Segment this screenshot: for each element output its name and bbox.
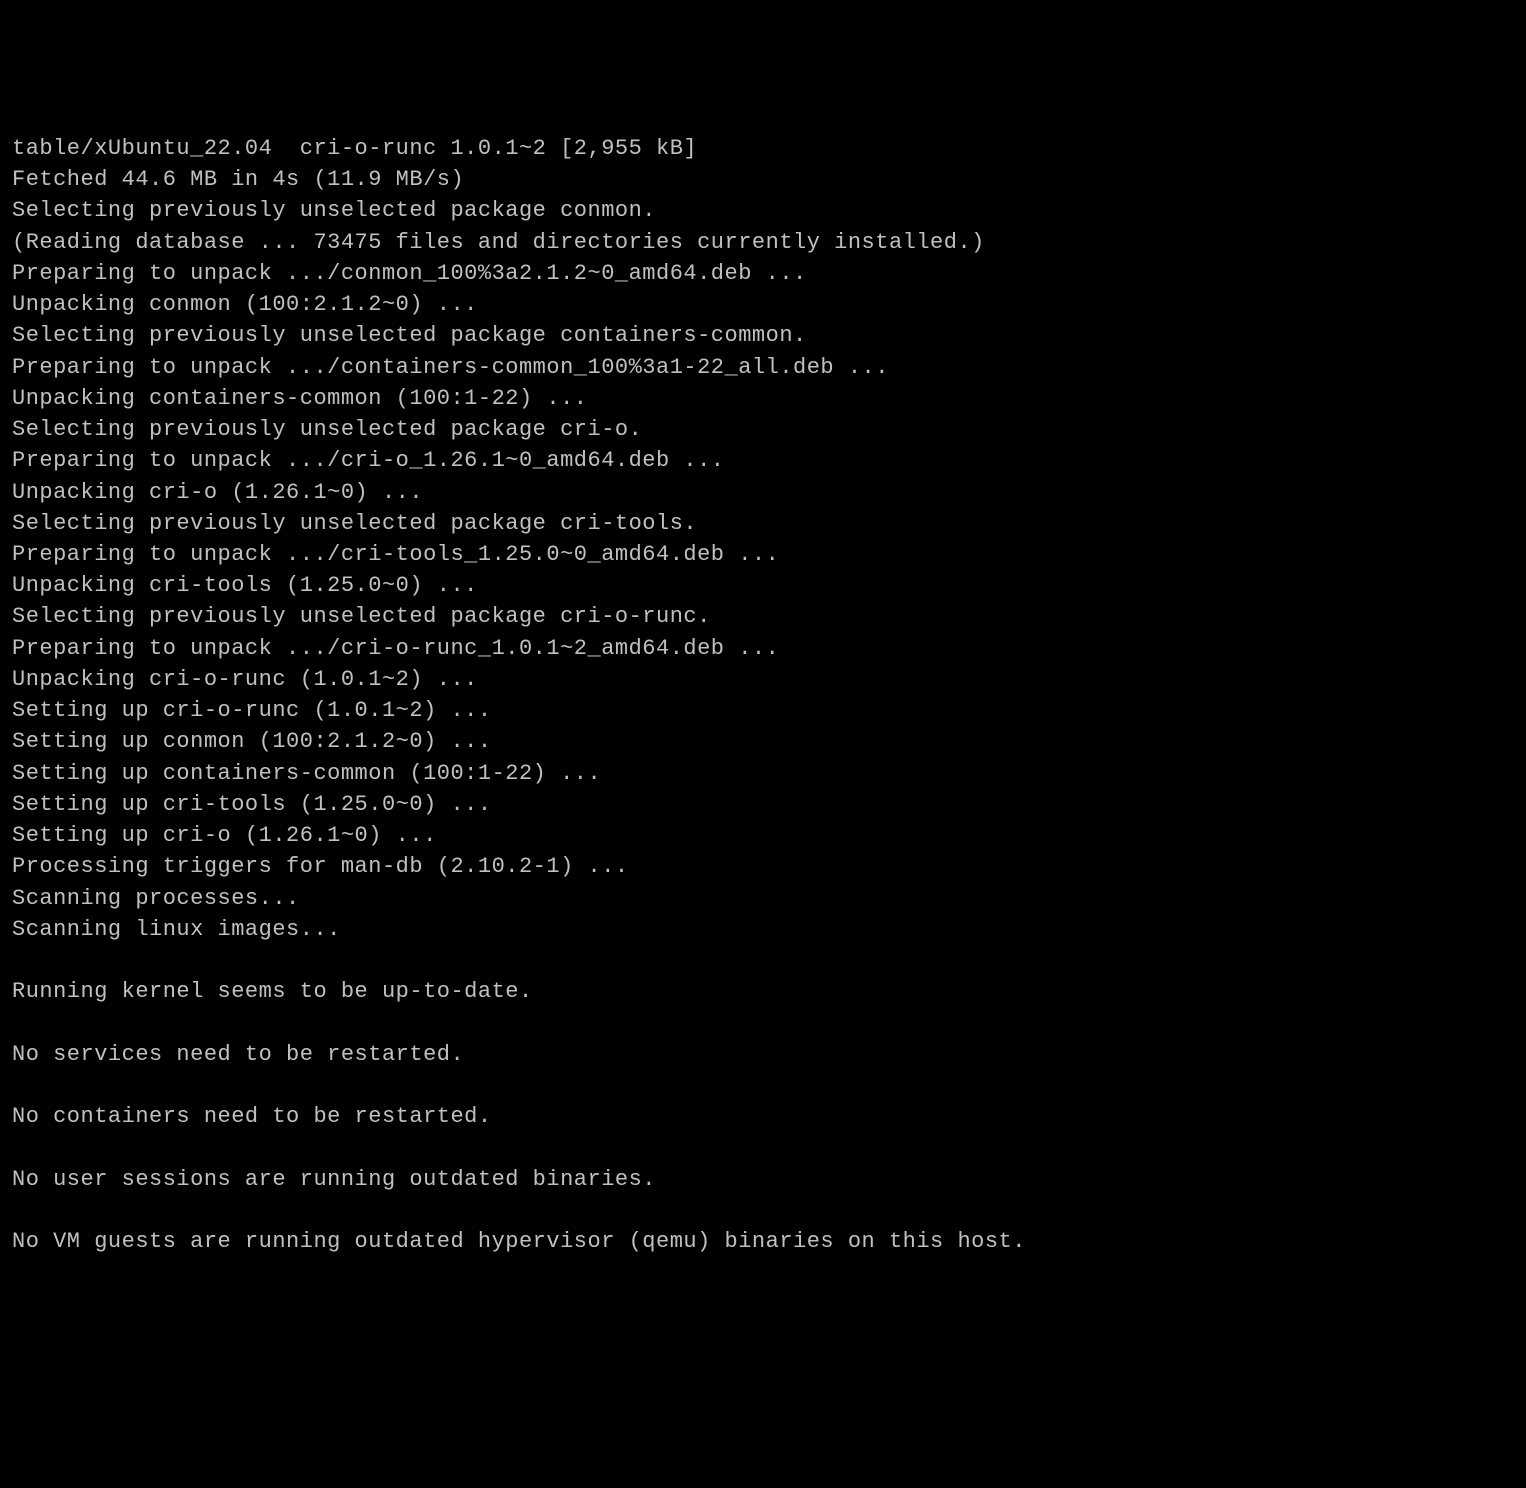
terminal-line: Preparing to unpack .../containers-commo… bbox=[12, 352, 1514, 383]
terminal-line: Unpacking containers-common (100:1-22) .… bbox=[12, 383, 1514, 414]
terminal-line: No user sessions are running outdated bi… bbox=[12, 1164, 1514, 1195]
terminal-line: Setting up cri-o-runc (1.0.1~2) ... bbox=[12, 695, 1514, 726]
terminal-line: Preparing to unpack .../cri-tools_1.25.0… bbox=[12, 539, 1514, 570]
terminal-line: Selecting previously unselected package … bbox=[12, 508, 1514, 539]
terminal-line: Setting up conmon (100:2.1.2~0) ... bbox=[12, 726, 1514, 757]
terminal-line: (Reading database ... 73475 files and di… bbox=[12, 227, 1514, 258]
terminal-line bbox=[12, 1008, 1514, 1039]
terminal-line: Unpacking cri-tools (1.25.0~0) ... bbox=[12, 570, 1514, 601]
terminal-line: No containers need to be restarted. bbox=[12, 1101, 1514, 1132]
terminal-line bbox=[12, 1070, 1514, 1101]
terminal-line: Setting up cri-tools (1.25.0~0) ... bbox=[12, 789, 1514, 820]
terminal-output[interactable]: table/xUbuntu_22.04 cri-o-runc 1.0.1~2 [… bbox=[12, 133, 1514, 1257]
terminal-line: No services need to be restarted. bbox=[12, 1039, 1514, 1070]
terminal-line: Preparing to unpack .../cri-o-runc_1.0.1… bbox=[12, 633, 1514, 664]
terminal-line: Running kernel seems to be up-to-date. bbox=[12, 976, 1514, 1007]
terminal-line bbox=[12, 1195, 1514, 1226]
terminal-line: Unpacking conmon (100:2.1.2~0) ... bbox=[12, 289, 1514, 320]
terminal-line: Preparing to unpack .../conmon_100%3a2.1… bbox=[12, 258, 1514, 289]
terminal-line: Selecting previously unselected package … bbox=[12, 414, 1514, 445]
terminal-line: Unpacking cri-o (1.26.1~0) ... bbox=[12, 477, 1514, 508]
terminal-line: Scanning processes... bbox=[12, 883, 1514, 914]
terminal-line: Unpacking cri-o-runc (1.0.1~2) ... bbox=[12, 664, 1514, 695]
terminal-line: Fetched 44.6 MB in 4s (11.9 MB/s) bbox=[12, 164, 1514, 195]
terminal-line: Scanning linux images... bbox=[12, 914, 1514, 945]
terminal-line: Processing triggers for man-db (2.10.2-1… bbox=[12, 851, 1514, 882]
terminal-line: Selecting previously unselected package … bbox=[12, 320, 1514, 351]
terminal-line bbox=[12, 1132, 1514, 1163]
terminal-line: Setting up cri-o (1.26.1~0) ... bbox=[12, 820, 1514, 851]
terminal-line: Preparing to unpack .../cri-o_1.26.1~0_a… bbox=[12, 445, 1514, 476]
terminal-line: Setting up containers-common (100:1-22) … bbox=[12, 758, 1514, 789]
terminal-line: Selecting previously unselected package … bbox=[12, 195, 1514, 226]
terminal-line: No VM guests are running outdated hyperv… bbox=[12, 1226, 1514, 1257]
terminal-line: Selecting previously unselected package … bbox=[12, 601, 1514, 632]
terminal-line: table/xUbuntu_22.04 cri-o-runc 1.0.1~2 [… bbox=[12, 133, 1514, 164]
terminal-line bbox=[12, 945, 1514, 976]
